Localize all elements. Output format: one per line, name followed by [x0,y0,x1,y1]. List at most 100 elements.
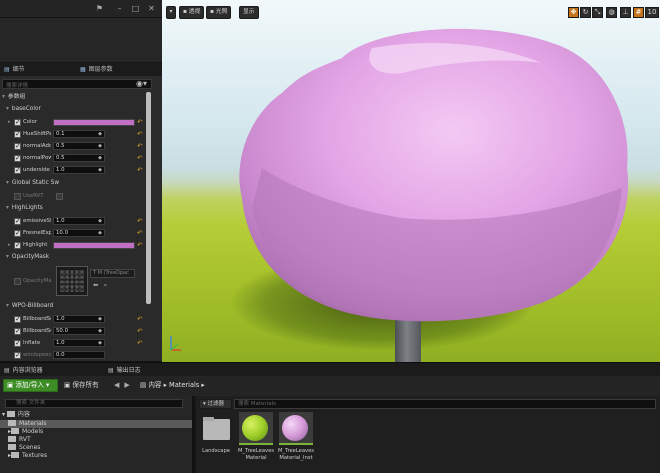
reset-arrow-icon[interactable]: ↶ [137,229,142,237]
expand-arrow-icon[interactable]: ▸ [8,119,11,125]
category-global-static[interactable]: ▾ Global Static Sw [6,178,150,189]
reset-arrow-icon[interactable]: ↶ [137,241,142,249]
param-checkbox[interactable] [14,278,21,285]
tree-item-rvt[interactable]: RVT [8,436,31,444]
color-swatch[interactable] [53,242,135,249]
texture-thumbnail[interactable] [56,266,88,296]
category-basecolor[interactable]: ▾ baseColor [6,104,150,115]
use-selected-icon[interactable]: ⬅ [93,281,103,289]
show-button[interactable]: 显示 [239,6,259,19]
category-param-group[interactable]: ▾ 参数组 [2,92,146,103]
param-checkbox[interactable] [14,229,21,237]
reset-arrow-icon[interactable]: ↶ [137,154,142,162]
param-checkbox[interactable] [14,217,21,225]
forward-icon[interactable]: ▶ [124,381,134,389]
save-all-button[interactable]: ▣ 保存所有 [64,379,99,392]
param-checkbox[interactable] [14,166,21,174]
param-value-field[interactable]: 1.0 ◆ [53,315,105,323]
category-highlights[interactable]: ▾ HighLights [6,203,150,214]
reset-arrow-icon[interactable]: ↶ [137,315,142,323]
maximize-icon[interactable]: □ [131,4,140,13]
breadcrumb-arrow-icon[interactable]: ▸ [201,381,204,389]
param-value-field[interactable]: 1.0 ◆ [53,166,105,174]
folder-search-input[interactable]: 搜索 文件夹 [5,399,183,408]
spin-icon[interactable]: ◆ [98,143,102,150]
param-value-field[interactable]: 0.5 ◆ [53,142,105,150]
eye-icon[interactable]: ◉▾ [136,80,147,88]
spin-icon[interactable]: ◆ [98,218,102,225]
param-checkbox[interactable] [14,130,21,138]
tree-item-scenes[interactable]: Scenes [8,444,40,452]
reset-arrow-icon[interactable]: ↶ [137,118,142,126]
param-value-field[interactable]: 1.0 ◆ [53,217,105,225]
world-local-icon[interactable]: ◍ [606,7,617,18]
surface-snap-icon[interactable]: ⊥ [620,7,631,18]
asset-search-input[interactable]: 搜索 Materials [234,399,656,409]
reset-arrow-icon[interactable]: ↶ [137,217,142,225]
lit-button[interactable]: ▪ 光照 [206,6,232,19]
filters-button[interactable]: ▾ 过滤器 [199,399,232,409]
grid-size-button[interactable]: 10 [645,7,659,18]
translate-icon[interactable]: ✥ [568,7,579,18]
param-checkbox[interactable] [14,339,21,347]
asset-tile[interactable]: M_TreeLeaves Material_Inst [278,412,314,470]
asset-tile[interactable]: M_TreeLeaves Material [238,412,274,470]
tab-scene-params[interactable]: ▦ 图层参数 [80,63,113,76]
param-checkbox[interactable] [14,154,21,162]
reset-arrow-icon[interactable]: ↶ [137,327,142,335]
param-checkbox[interactable] [14,118,21,126]
spin-icon[interactable]: ◆ [98,328,102,335]
param-checkbox[interactable] [14,193,21,200]
add-import-button[interactable]: ▣ 添加/导入 ▾ [3,379,58,392]
reset-arrow-icon[interactable]: ↶ [137,339,142,347]
tab-details[interactable]: ▤ 细节 [4,63,25,76]
asset-tile[interactable]: Landscape [199,412,233,470]
expand-arrow-icon[interactable]: ▸ [8,242,11,248]
spin-icon[interactable]: ◆ [98,167,102,174]
perspective-button[interactable]: ▪ 透视 [179,6,205,19]
spin-icon[interactable]: ◆ [98,230,102,237]
category-wpo-billboard[interactable]: ▾ WPO-Billboard [6,301,150,312]
param-value-field[interactable]: 50.0 ◆ [53,327,105,335]
tab-output-log[interactable]: ▤ 输出日志 [108,365,141,376]
spin-icon[interactable]: ◆ [98,316,102,323]
spin-icon[interactable]: ◆ [98,340,102,347]
param-checkbox[interactable] [14,142,21,150]
tab-content-browser[interactable]: ▤ 内容浏览器 [4,365,43,376]
reset-arrow-icon[interactable]: ↶ [137,130,142,138]
tree-item-materials[interactable]: Materials [8,420,47,428]
breadcrumb-folder[interactable]: Materials [169,381,199,389]
rotate-icon[interactable]: ↻ [580,7,591,18]
grid-snap-icon[interactable]: # [633,7,644,18]
tree-item-models[interactable]: ▸ Models [8,428,43,436]
tree-item-root[interactable]: ▾ 内容 [2,411,30,419]
param-checkbox[interactable] [14,327,21,335]
reset-arrow-icon[interactable]: ↶ [137,142,142,150]
spin-icon[interactable]: ◆ [98,155,102,162]
close-icon[interactable]: ✕ [147,4,156,13]
minimize-icon[interactable]: – [115,4,124,13]
category-opacity-mask[interactable]: ▾ OpacityMask [6,252,150,263]
param-value-field[interactable]: 0.1 ◆ [53,130,105,138]
param-value-field[interactable]: 1.0 ◆ [53,339,105,347]
tree-item-textures[interactable]: ▸ Textures [8,452,47,460]
back-icon[interactable]: ◀ [114,381,124,389]
param-value-field[interactable]: 10.0 ◆ [53,229,105,237]
scale-icon[interactable]: ⤡ [592,7,603,18]
breadcrumb-separator[interactable]: ▸ [164,381,167,389]
viewport-options-button[interactable]: ▾ [166,6,176,19]
browse-icon[interactable]: ⌕ [103,281,112,289]
pin-icon[interactable]: ⚑ [95,4,104,13]
param-checkbox[interactable] [14,241,21,249]
param-checkbox[interactable] [14,315,21,323]
reset-arrow-icon[interactable]: ↶ [137,166,142,174]
param-value-field[interactable]: 0.5 ◆ [53,154,105,162]
param-value-field[interactable]: 0.0 [53,351,105,359]
level-viewport[interactable]: ▾ ▪ 透视 ▪ 光照 显示 ✥ ↻ ⤡ ◍ ⊥ # 10 [162,0,660,362]
spin-icon[interactable]: ◆ [98,131,102,138]
details-search-input[interactable]: 搜索详情 [2,79,152,89]
texture-select[interactable]: T M (TreeOpac [90,269,135,278]
param-checkbox[interactable] [14,351,21,359]
color-swatch[interactable] [53,119,135,126]
breadcrumb-root[interactable]: 内容 [148,381,161,389]
